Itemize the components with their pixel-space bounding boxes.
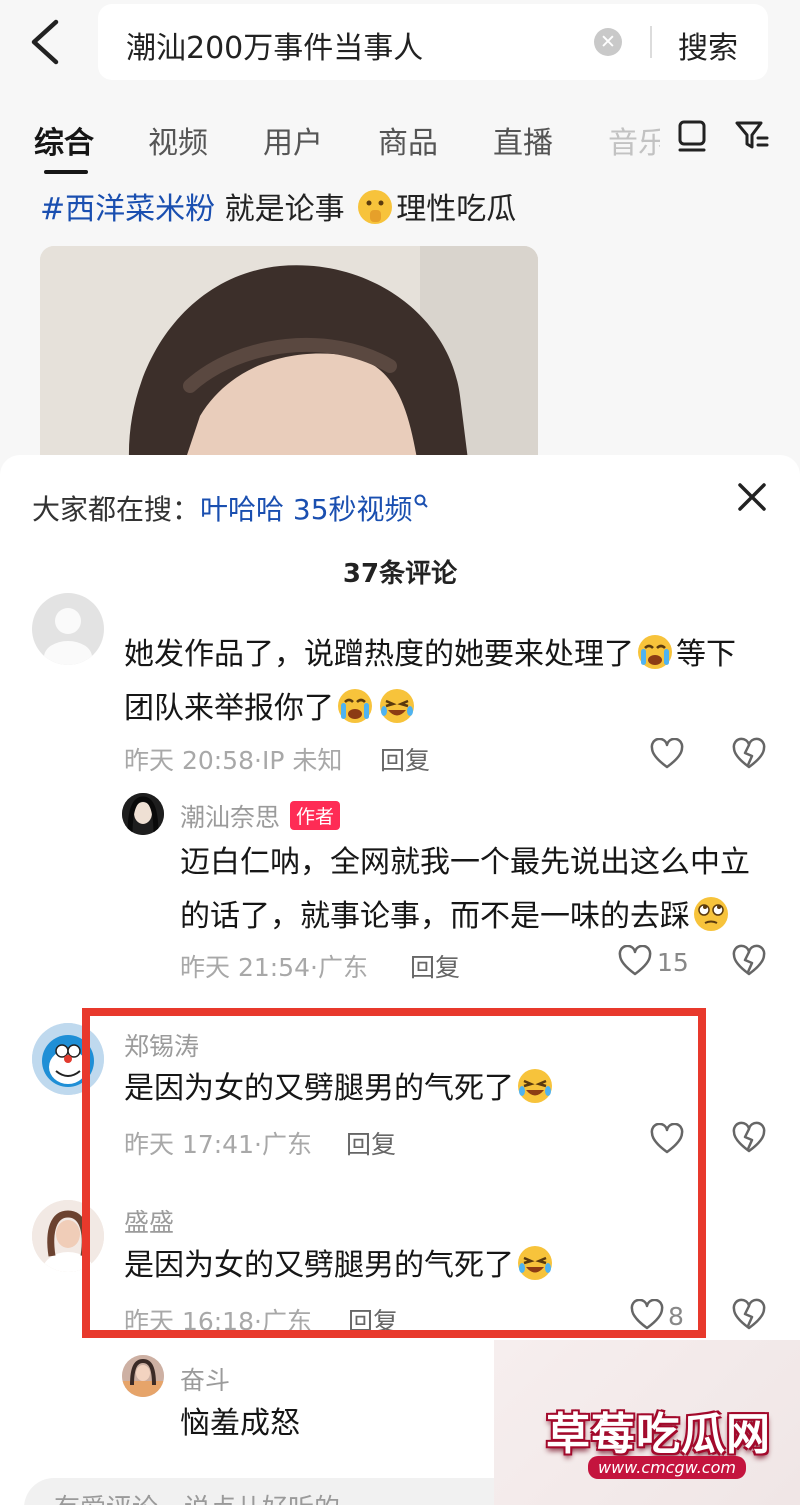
post-caption-text: 就是论事: [215, 192, 345, 227]
back-arrow-icon[interactable]: [26, 18, 66, 66]
tab-users[interactable]: 用户: [263, 118, 323, 162]
trending-search-prefix: 大家都在搜：: [32, 493, 201, 526]
comment-text: 迈白仁呐，全网就我一个最先说出这么中立 的话了，就事论事，而不是一味的去踩: [180, 836, 770, 944]
avatar[interactable]: [32, 593, 104, 665]
avatar[interactable]: [122, 1355, 164, 1397]
reply-button[interactable]: 回复: [380, 741, 430, 777]
comment-text: 恼羞成怒: [180, 1397, 480, 1451]
site-watermark: 草莓吃瓜网 www.cmcgw.com: [494, 1340, 800, 1505]
comment-input[interactable]: 有爱评论，说点儿好听的: [24, 1478, 524, 1505]
comment-text-part: 她发作品了，说蹭热度的她要来处理了: [124, 637, 634, 672]
like-heart-icon[interactable]: [618, 945, 652, 977]
avatar[interactable]: [122, 793, 164, 835]
tab-live[interactable]: 直播: [493, 118, 553, 162]
default-avatar-icon: [44, 608, 92, 665]
commenter-name[interactable]: 奋斗: [180, 1361, 230, 1397]
search-divider: [650, 26, 652, 58]
dislike-broken-heart-icon[interactable]: [732, 1121, 766, 1155]
comment-text-part: 团队来举报你了: [124, 691, 334, 726]
search-input[interactable]: 潮汕200万事件当事人 ✕ 搜索: [98, 4, 768, 80]
commenter-name-text: 潮汕奈思: [180, 803, 281, 832]
trending-search-link[interactable]: 叶哈哈 35秒视频: [200, 493, 413, 526]
commenter-name[interactable]: 潮汕奈思 作者: [180, 798, 341, 834]
crying-face-emoji-icon: [338, 689, 372, 723]
comment-text: 她发作品了，说蹭热度的她要来处理了 等下 团队来举报你了: [124, 628, 764, 736]
top-bar: 潮汕200万事件当事人 ✕ 搜索: [0, 0, 800, 100]
comment-meta: 昨天 21:54·广东: [180, 953, 368, 982]
video-thumbnail[interactable]: [40, 246, 538, 476]
post-hashtag[interactable]: #西洋菜米粉: [40, 192, 215, 227]
user-photo-avatar-image: [122, 1355, 164, 1397]
highlight-box: [82, 1008, 706, 1338]
filter-icon[interactable]: [734, 116, 770, 154]
tab-videos[interactable]: 视频: [148, 118, 208, 162]
rolling-eyes-emoji-icon: [694, 897, 728, 931]
reply-button[interactable]: 回复: [410, 948, 460, 984]
comment-text-part: 迈白仁呐，全网就我一个最先说出这么中立: [180, 845, 750, 880]
dislike-broken-heart-icon[interactable]: [732, 737, 766, 771]
like-count: 15: [657, 948, 689, 977]
clear-search-icon[interactable]: ✕: [594, 28, 622, 56]
like-heart-icon[interactable]: [650, 738, 684, 770]
watermark-url: www.cmcgw.com: [588, 1456, 746, 1479]
author-badge: 作者: [290, 801, 341, 830]
comment-input-placeholder: 有爱评论，说点儿好听的: [54, 1488, 340, 1505]
post-preview: #西洋菜米粉 就是论事 理性吃瓜: [0, 178, 800, 476]
search-button[interactable]: 搜索: [678, 23, 738, 67]
post-caption: #西洋菜米粉 就是论事 理性吃瓜: [40, 184, 516, 228]
search-query-text: 潮汕200万事件当事人: [126, 31, 424, 66]
active-tab-indicator: [44, 170, 88, 174]
tab-products[interactable]: 商品: [378, 118, 438, 162]
dislike-broken-heart-icon[interactable]: [732, 1298, 766, 1332]
layout-toggle-icon[interactable]: [674, 116, 710, 154]
tab-music[interactable]: 音乐: [608, 118, 660, 162]
close-icon[interactable]: [734, 479, 770, 515]
dislike-broken-heart-icon[interactable]: [732, 944, 766, 978]
author-avatar-image: [122, 793, 164, 835]
portrait-image: [40, 246, 538, 476]
tab-general[interactable]: 综合: [34, 118, 94, 162]
laughing-crying-emoji-icon: [380, 689, 414, 723]
comment-text-part: 恼羞成怒: [180, 1406, 300, 1441]
crying-face-emoji-icon: [638, 635, 672, 669]
shush-face-emoji-icon: [358, 190, 393, 224]
category-tabs: 综合 视频 用户 商品 直播 音乐: [0, 100, 800, 178]
comment-meta: 昨天 20:58·IP 未知: [124, 746, 343, 775]
comment-count: 37条评论: [342, 559, 458, 589]
small-search-icon: [414, 494, 428, 508]
watermark-title: 草莓吃瓜网: [546, 1409, 771, 1460]
comment-text-part: 等下: [676, 637, 736, 672]
post-caption-tail: 理性吃瓜: [396, 192, 517, 227]
comment-text-part: 的话了，就事论事，而不是一味的去踩: [180, 899, 690, 934]
trending-search-hint: 大家都在搜：叶哈哈 35秒视频: [32, 488, 429, 528]
